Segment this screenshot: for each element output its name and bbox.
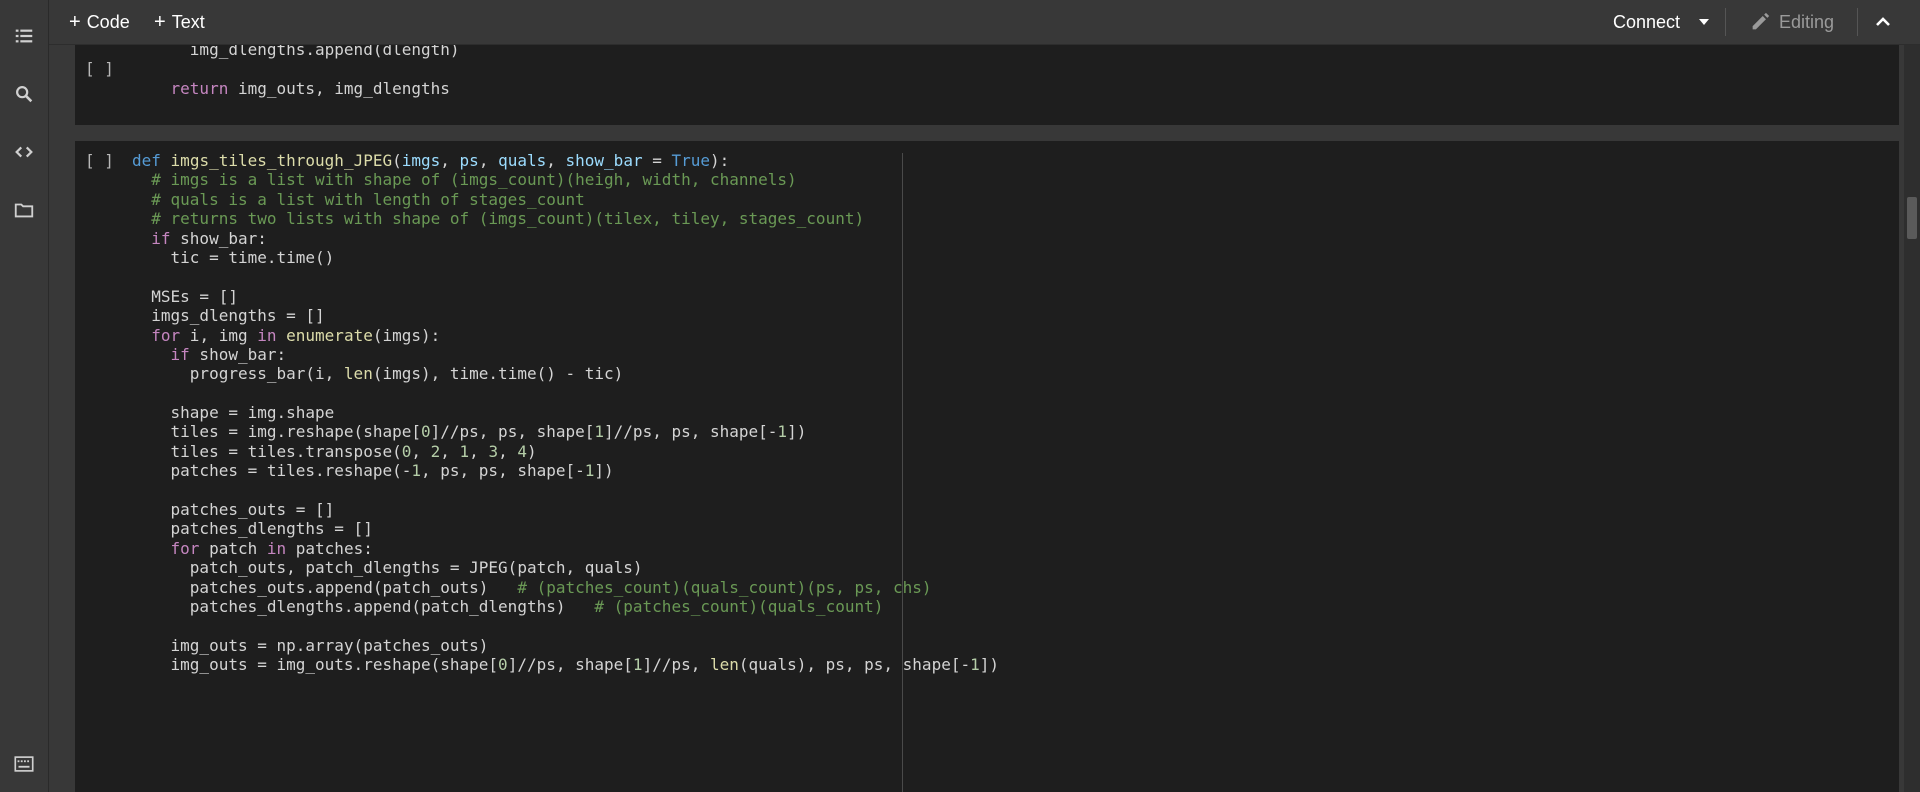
code-line[interactable]: progress_bar(i, len(imgs), time.time() -… [132, 362, 999, 383]
code-cell[interactable]: [ ] def imgs_tiles_through_JPEG(imgs, ps… [75, 141, 1899, 792]
code-line[interactable] [132, 265, 999, 284]
code-line[interactable]: shape = img.shape [132, 401, 999, 422]
toolbar-divider [1857, 8, 1858, 36]
code-line[interactable]: tiles = tiles.transpose(0, 2, 1, 3, 4) [132, 440, 999, 461]
code-line[interactable]: for i, img in enumerate(imgs): [132, 324, 999, 345]
code-line[interactable]: tic = time.time() [132, 246, 999, 267]
code-line[interactable]: patches_dlengths.append(patch_dlengths) … [132, 595, 999, 616]
code-line[interactable]: patches_outs = [] [132, 498, 999, 519]
table-of-contents-icon[interactable] [12, 24, 36, 48]
line-length-ruler [902, 153, 903, 792]
code-line[interactable]: if show_bar: [132, 343, 999, 364]
toolbar-divider [1725, 8, 1726, 36]
add-text-label: Text [171, 11, 205, 32]
pencil-icon [1752, 12, 1770, 30]
code-line[interactable]: patch_outs, patch_dlengths = JPEG(patch,… [132, 556, 999, 577]
editing-label: Editing [1779, 11, 1835, 32]
left-sidebar [0, 0, 49, 792]
search-icon[interactable] [12, 82, 36, 106]
code-line[interactable] [132, 614, 999, 633]
chevron-up-icon[interactable] [1871, 10, 1895, 34]
code-editor[interactable]: img_dlengths.append(dlength) return img_… [132, 45, 460, 98]
editing-mode-button[interactable]: Editing [1749, 9, 1834, 35]
code-line[interactable]: img_outs = img_outs.reshape(shape[0]//ps… [132, 653, 999, 674]
plus-icon: + [154, 11, 166, 33]
add-code-cell-button[interactable]: + Code [69, 9, 130, 35]
terminal-icon[interactable] [12, 752, 36, 776]
plus-icon: + [69, 11, 81, 33]
notebook-content: [ ] img_dlengths.append(dlength) return … [49, 45, 1902, 792]
run-cell-indicator[interactable]: [ ] [85, 59, 114, 78]
code-line[interactable]: patches_outs.append(patch_outs) # (patch… [132, 576, 999, 597]
code-line[interactable]: if show_bar: [132, 227, 999, 248]
notebook-toolbar: + Code + Text Connect Editing [49, 0, 1920, 45]
code-line[interactable]: MSEs = [] [132, 285, 999, 306]
add-text-cell-button[interactable]: + Text [154, 9, 205, 35]
code-line[interactable]: # quals is a list with length of stages_… [132, 188, 999, 209]
folder-icon[interactable] [12, 198, 36, 222]
code-line[interactable]: patches = tiles.reshape(-1, ps, ps, shap… [132, 459, 999, 480]
code-line[interactable]: for patch in patches: [132, 537, 999, 558]
code-line[interactable]: # imgs is a list with shape of (imgs_cou… [132, 168, 999, 189]
code-line[interactable]: img_outs = np.array(patches_outs) [132, 634, 999, 655]
code-line[interactable]: # returns two lists with shape of (imgs_… [132, 207, 999, 228]
code-editor[interactable]: def imgs_tiles_through_JPEG(imgs, ps, qu… [132, 149, 999, 674]
code-line[interactable]: return img_outs, img_dlengths [132, 77, 460, 98]
vertical-scrollbar[interactable] [1904, 45, 1920, 792]
code-line[interactable] [132, 382, 999, 401]
code-snippets-icon[interactable] [12, 140, 36, 164]
connect-button[interactable]: Connect [1613, 9, 1680, 35]
caret-down-icon[interactable] [1697, 15, 1711, 29]
add-code-label: Code [86, 11, 130, 32]
code-line[interactable] [132, 479, 999, 498]
scrollbar-thumb[interactable] [1907, 197, 1917, 239]
connect-label: Connect [1613, 11, 1681, 32]
code-line[interactable] [132, 57, 460, 76]
code-line[interactable]: imgs_dlengths = [] [132, 304, 999, 325]
code-line[interactable]: tiles = img.reshape(shape[0]//ps, ps, sh… [132, 420, 999, 441]
code-line[interactable]: patches_dlengths = [] [132, 517, 999, 538]
code-line[interactable]: img_dlengths.append(dlength) [132, 45, 460, 59]
run-cell-indicator[interactable]: [ ] [85, 151, 114, 170]
colab-notebook-window: + Code + Text Connect Editing [ ] img_dl… [0, 0, 1920, 792]
code-line[interactable]: def imgs_tiles_through_JPEG(imgs, ps, qu… [132, 149, 999, 170]
code-cell[interactable]: [ ] img_dlengths.append(dlength) return … [75, 45, 1899, 125]
